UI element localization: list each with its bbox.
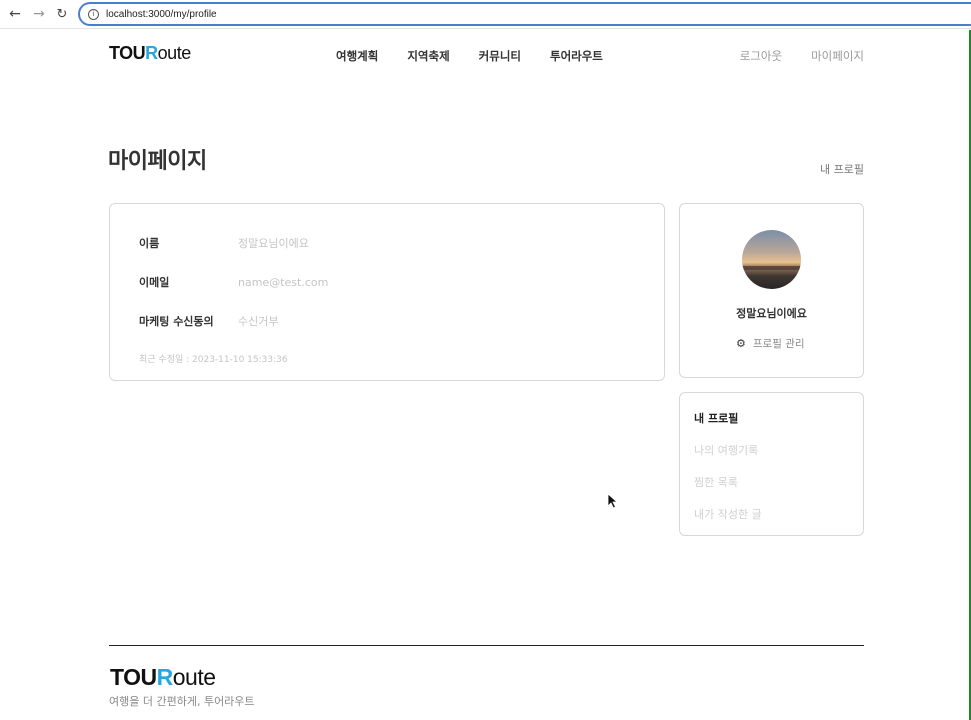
avatar-horizon [742,266,801,270]
logo-text-r: R [145,43,158,63]
gear-icon: ⚙ [736,337,746,350]
forward-arrow-icon[interactable]: → [30,5,48,23]
last-updated-text: 최근 수정일 : 2023-11-10 15:33:36 [139,355,288,365]
footer-logo-text-r: R [156,664,174,690]
footer-logo-text-tou: TOU [110,664,157,690]
avatar [742,230,801,289]
main-nav: 여행계획 지역축제 커뮤니티 투어라우트 [336,48,632,64]
footer-divider [109,645,864,646]
user-menu: 로그아웃 마이페이지 [711,48,864,64]
info-row-marketing: 마케팅 수신동의 수신거부 [139,313,278,329]
nav-item-tour-route[interactable]: 투어라우트 [550,48,603,64]
site-info-icon[interactable]: i [88,8,99,20]
page-title: 마이페이지 [108,149,207,174]
reload-icon[interactable]: ↻ [53,5,71,23]
url-text[interactable]: localhost:3000/my/profile [106,9,217,20]
mouse-cursor-icon [607,493,619,509]
info-row-name: 이름 정말요님이에요 [139,235,309,251]
name-label: 이름 [139,237,160,250]
mypage-link[interactable]: 마이페이지 [811,48,864,64]
logo-text-tou: TOU [109,43,146,63]
mypage-side-menu: 내 프로필 나의 여행기록 찜한 목록 내가 작성한 글 [679,392,864,536]
profile-manage-label: 프로필 관리 [752,338,805,350]
footer-slogan: 여행을 더 간편하게, 투어라우트 [109,695,255,708]
nav-item-festival[interactable]: 지역축제 [407,48,449,64]
footer-logo-text-oute: oute [172,664,216,690]
browser-toolbar: ← → ↻ i localhost:3000/my/profile [0,0,971,29]
logo-text-oute: oute [157,43,192,63]
email-label: 이메일 [139,276,170,289]
logout-link[interactable]: 로그아웃 [740,48,782,64]
name-value: 정말요님이에요 [238,237,309,250]
info-row-email: 이메일 name@test.com [139,274,328,290]
back-arrow-icon[interactable]: ← [6,5,24,23]
address-bar[interactable]: i localhost:3000/my/profile [78,2,971,26]
nav-item-travel-plan[interactable]: 여행계획 [336,48,378,64]
side-menu-wishlist[interactable]: 찜한 목록 [694,474,738,490]
profile-name: 정말요님이에요 [736,307,807,320]
marketing-value: 수신거부 [238,315,279,328]
nav-item-community[interactable]: 커뮤니티 [479,48,521,64]
footer-logo: TOURoute [110,664,216,691]
side-menu-my-posts[interactable]: 내가 작성한 글 [694,506,762,522]
profile-manage-button[interactable]: ⚙ 프로필 관리 [736,336,805,351]
breadcrumb: 내 프로필 [820,163,864,176]
side-menu-travel-records[interactable]: 나의 여행기록 [694,442,758,458]
profile-summary-card: 정말요님이에요 ⚙ 프로필 관리 [679,203,864,378]
side-menu-my-profile[interactable]: 내 프로필 [694,410,738,426]
site-logo[interactable]: TOURoute [109,43,191,64]
marketing-label: 마케팅 수신동의 [139,315,214,328]
profile-info-card: 이름 정말요님이에요 이메일 name@test.com 마케팅 수신동의 수신… [109,203,665,381]
email-value: name@test.com [238,275,329,289]
